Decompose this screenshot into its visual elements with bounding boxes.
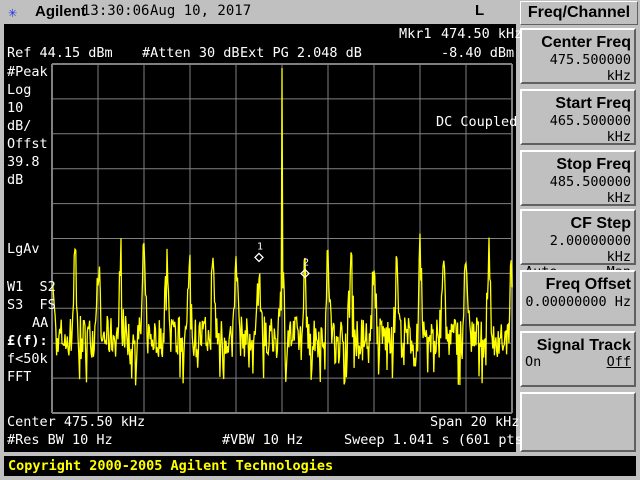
key-value: 0.00000000 Hz [525, 294, 631, 310]
brand: Agilent [35, 3, 86, 20]
key-value: 485.500000 kHz [549, 174, 631, 206]
ext-pg: Ext PG 2.048 dB [240, 45, 362, 61]
key-value: 465.500000 kHz [549, 113, 631, 145]
scale-type: Log [7, 82, 32, 98]
signal-track-key[interactable]: Signal Track On Off [520, 331, 636, 387]
spectrum-display: 12 Mkr1 474.50 kHz Ref 44.15 dBm #Atten … [4, 24, 531, 452]
marker-ampl: -8.40 dBm [441, 45, 515, 61]
dc-coupled: DC Coupled [436, 114, 518, 130]
key-value: 2.00000000 kHz [549, 233, 631, 265]
key-label: Start Freq [555, 95, 631, 112]
softkey-menu: Freq/Channel Center Freq 475.500000 kHz S… [516, 0, 640, 456]
key-label: Stop Freq [556, 156, 631, 173]
trace-state-3: AA [32, 315, 49, 331]
spectrum-plot: 12 [51, 63, 513, 414]
trace-state-1: W1 S2 [7, 279, 56, 295]
marker-label: Mkr1 [399, 26, 432, 42]
freq-range: f<50k [7, 351, 48, 367]
vbw: #VBW 10 Hz [222, 432, 304, 448]
res-bw: #Res BW 10 Hz [7, 432, 113, 448]
key-label: CF Step [570, 215, 631, 232]
agilent-spark-icon: ✳ [8, 3, 18, 21]
stop-freq-key[interactable]: Stop Freq 485.500000 kHz [520, 150, 636, 206]
status-bar: ✳ Agilent 13:30:06 Aug 10, 2017 L [0, 0, 516, 24]
scale-value: 10 [7, 100, 24, 116]
option-off: Off [606, 354, 631, 370]
offset-value: 39.8 [7, 154, 40, 170]
menu-title: Freq/Channel [520, 1, 638, 25]
offset-label: Offst [7, 136, 48, 152]
cf-step-key[interactable]: CF Step2.00000000 kHzAutoMan [520, 209, 636, 280]
start-freq-key[interactable]: Start Freq 465.500000 kHz [520, 89, 636, 145]
time: 13:30:06 [82, 3, 150, 19]
avg-type: LgAv [7, 241, 40, 257]
detector: #Peak [7, 64, 48, 80]
marker-diamond [254, 252, 264, 263]
span: Span 20 kHz [430, 414, 520, 430]
correction: £(f): [7, 333, 48, 349]
freq-offset-key[interactable]: Freq Offset 0.00000000 Hz [520, 270, 636, 326]
copyright: Copyright 2000-2005 Agilent Technologies [4, 456, 636, 476]
key-value: 475.500000 kHz [549, 52, 631, 84]
offset-unit: dB [7, 172, 24, 188]
ref-level: Ref 44.15 dBm [7, 45, 113, 61]
center-freq: Center 475.50 kHz [7, 414, 146, 430]
key-label: Freq Offset [545, 276, 631, 293]
scale-unit: dB/ [7, 118, 32, 134]
marker-freq: 474.50 kHz [441, 26, 523, 42]
marker-number: 2 [303, 257, 309, 268]
sweep-time: Sweep 1.041 s (601 pts) [344, 432, 531, 448]
key-label: Signal Track [536, 337, 631, 354]
key-label: Center Freq [541, 34, 631, 51]
marker-number: 1 [257, 241, 263, 252]
sweep-type: FFT [7, 369, 32, 385]
center-freq-key[interactable]: Center Freq 475.500000 kHz [520, 28, 636, 84]
date: Aug 10, 2017 [150, 3, 252, 19]
attenuation: #Atten 30 dB [142, 45, 240, 61]
local-indicator: L [475, 2, 485, 19]
blank-key[interactable] [520, 392, 636, 452]
option-on: On [525, 354, 542, 370]
trace-state-2: S3 FS [7, 297, 56, 313]
